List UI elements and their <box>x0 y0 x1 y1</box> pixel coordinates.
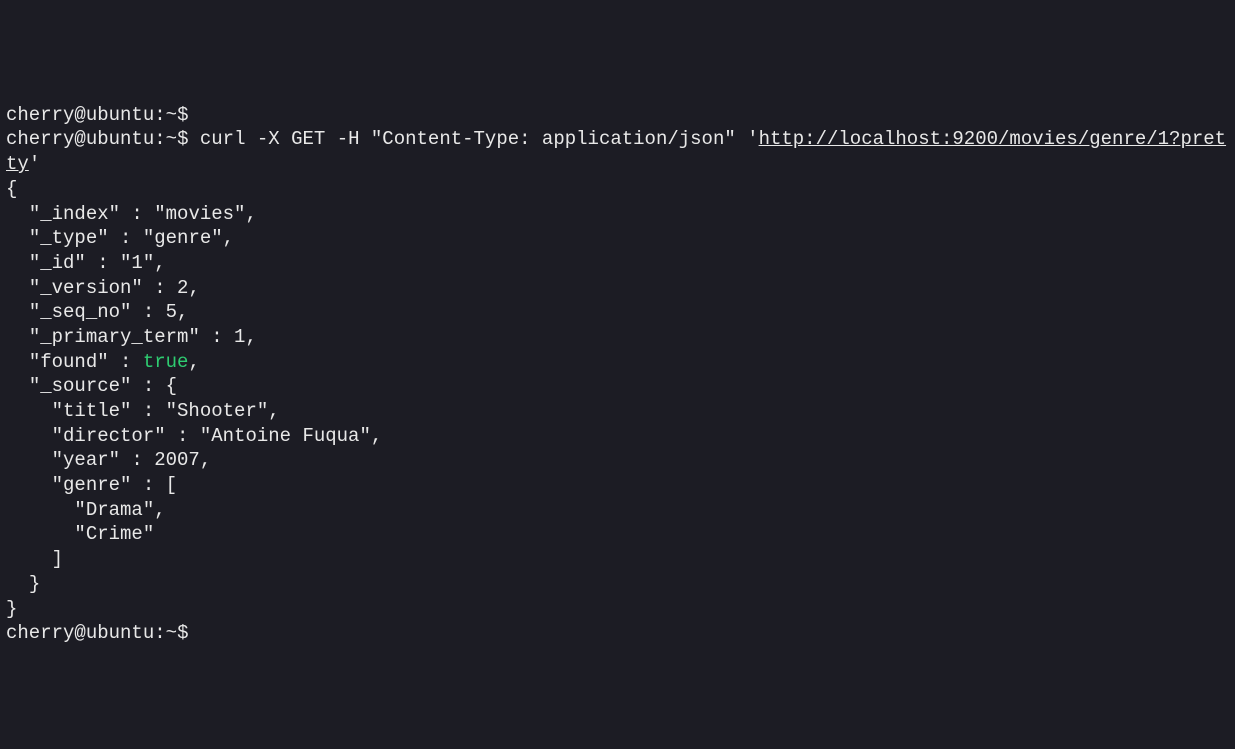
prompt-host: ubuntu <box>86 622 154 644</box>
prompt-user: cherry <box>6 104 74 126</box>
command-suffix: ' <box>29 153 40 175</box>
prompt-path: ~ <box>166 622 177 644</box>
json-output-line: } <box>6 598 17 620</box>
prompt-symbol: $ <box>177 128 188 150</box>
prompt-line: cherry@ubuntu:~$ <box>6 622 188 644</box>
prompt-host: ubuntu <box>86 128 154 150</box>
prompt-user: cherry <box>6 128 74 150</box>
json-output-line: "_index" : "movies", <box>6 203 257 225</box>
terminal-block[interactable]: cherry@ubuntu:~$ cherry@ubuntu:~$ curl -… <box>6 104 1226 644</box>
json-output-line: "director" : "Antoine Fuqua", <box>6 425 382 447</box>
json-output-line: ] <box>6 548 63 570</box>
prompt-symbol: $ <box>177 622 188 644</box>
json-output-line: "title" : "Shooter", <box>6 400 280 422</box>
prompt-path: ~ <box>166 128 177 150</box>
json-output-line: "_version" : 2, <box>6 277 200 299</box>
prompt-user: cherry <box>6 622 74 644</box>
json-output-line: "Crime" <box>6 523 154 545</box>
json-output-line: "_source" : { <box>6 375 177 397</box>
prompt-symbol: $ <box>177 104 188 126</box>
json-output-line: "Drama", <box>6 499 166 521</box>
command-text: curl -X GET -H "Content-Type: applicatio… <box>200 128 759 150</box>
json-output-line: "year" : 2007, <box>6 449 211 471</box>
json-output-line: "_seq_no" : 5, <box>6 301 188 323</box>
json-output-line: { <box>6 178 17 200</box>
json-output-line: "_primary_term" : 1, <box>6 326 257 348</box>
json-output-line: "genre" : [ <box>6 474 177 496</box>
prompt-line: cherry@ubuntu:~$ <box>6 128 188 150</box>
json-output-line: "_id" : "1", <box>6 252 166 274</box>
json-output-line: "found" : true, <box>6 351 200 373</box>
json-output-line: "_type" : "genre", <box>6 227 234 249</box>
prompt-host: ubuntu <box>86 104 154 126</box>
json-output-line: } <box>6 573 40 595</box>
json-true-keyword: true <box>143 351 189 373</box>
prompt-path: ~ <box>166 104 177 126</box>
prompt-line: cherry@ubuntu:~$ <box>6 104 188 126</box>
